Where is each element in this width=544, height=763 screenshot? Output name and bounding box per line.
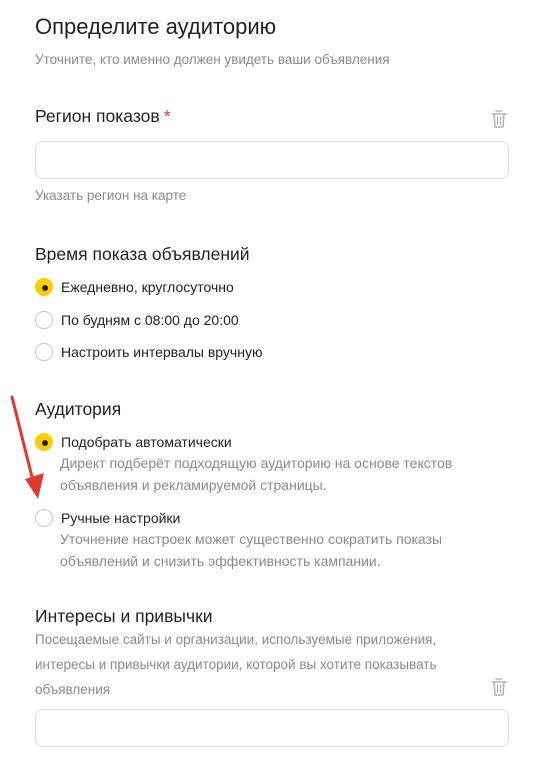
required-mark: * (163, 106, 171, 126)
option-label: По будням с 08:00 до 20:00 (61, 312, 239, 328)
radio-button[interactable] (35, 433, 53, 451)
region-input[interactable] (35, 141, 509, 179)
page-title: Определите аудиторию (35, 14, 277, 39)
radio-button[interactable] (35, 311, 53, 329)
audience-option-manual[interactable]: Ручные настройки (35, 509, 180, 527)
radio-button[interactable] (35, 343, 53, 361)
audience-manual-description: Уточнение настроек может существенно сок… (60, 531, 443, 569)
audience-heading: Аудитория (35, 399, 122, 419)
trash-icon[interactable] (490, 109, 508, 129)
radio-button[interactable] (35, 278, 53, 296)
audience-option-auto[interactable]: Подобрать автоматически (35, 433, 232, 451)
region-label: Регион показов (35, 106, 160, 126)
option-label: Ручные настройки (61, 510, 181, 526)
region-heading: Регион показов * (35, 106, 171, 127)
option-label: Ежедневно, круглосуточно (61, 279, 234, 295)
radio-button[interactable] (35, 509, 53, 527)
schedule-option-daily[interactable]: Ежедневно, круглосуточно (35, 278, 234, 296)
interests-heading: Интересы и привычки (35, 606, 213, 626)
schedule-option-manual[interactable]: Настроить интервалы вручную (35, 343, 262, 361)
interests-input[interactable] (35, 709, 509, 747)
interests-description: Посещаемые сайты и организации, использу… (35, 632, 437, 697)
option-label: Подобрать автоматически (61, 434, 232, 450)
schedule-heading: Время показа объявлений (35, 244, 250, 264)
map-region-link[interactable]: Указать регион на карте (35, 188, 186, 203)
option-label: Настроить интервалы вручную (61, 344, 263, 360)
trash-icon[interactable] (490, 677, 508, 697)
page-subtitle: Уточните, кто именно должен увидеть ваши… (35, 52, 390, 67)
audience-auto-description: Директ подберёт подходящую аудиторию на … (60, 455, 453, 493)
schedule-option-weekdays[interactable]: По будням с 08:00 до 20:00 (35, 311, 239, 329)
